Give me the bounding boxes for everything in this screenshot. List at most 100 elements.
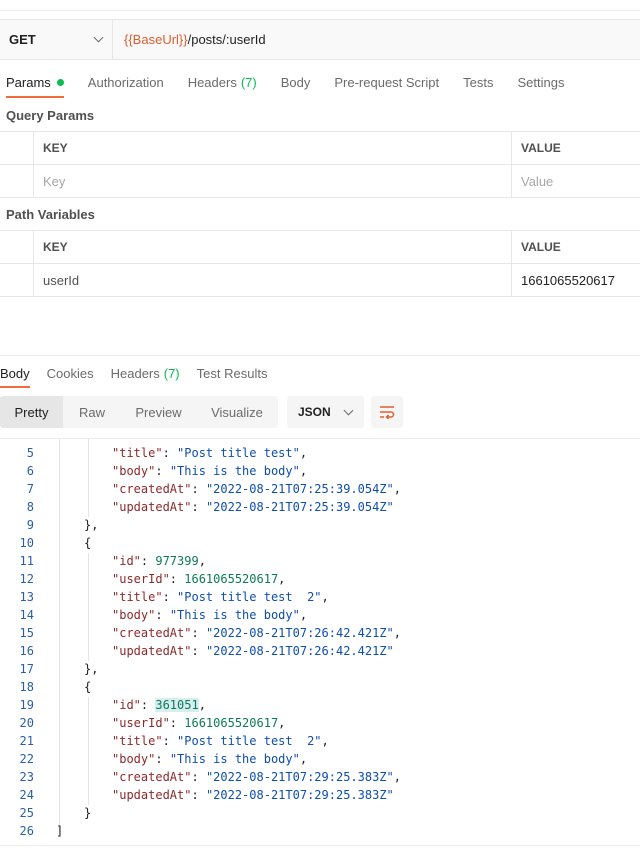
chevron-down-icon: [343, 405, 354, 415]
tab-response-body[interactable]: Body: [0, 356, 30, 391]
response-body-viewer[interactable]: 5 "title": "Post title test", 6 "body": "Th…: [0, 438, 640, 838]
value-input[interactable]: Value: [512, 165, 640, 197]
format-select[interactable]: JSON: [287, 396, 364, 428]
wrap-lines-button[interactable]: [371, 396, 403, 428]
json-colon: :: [162, 590, 178, 604]
json-colon: :: [191, 482, 206, 496]
tab-tests[interactable]: Tests: [463, 60, 493, 104]
path-variable-key-text: userId: [43, 272, 80, 288]
tab-test-results[interactable]: Test Results: [197, 356, 268, 391]
line-number: 17: [19, 662, 34, 676]
json-key: "updatedAt": [112, 788, 192, 802]
json-colon: :: [140, 698, 156, 712]
value-placeholder: Value: [521, 173, 554, 189]
row-handle: [0, 132, 34, 164]
json-string-value: "This is the body": [169, 464, 300, 478]
view-pretty-button[interactable]: Pretty: [0, 396, 63, 428]
json-comma: ,: [278, 716, 286, 730]
query-params-table: KEY VALUE Key Value: [0, 131, 640, 198]
json-key: "title": [112, 446, 163, 460]
code-line: 23 "createdAt": "2022-08-21T07:29:25.383Z…: [0, 768, 640, 786]
json-number-value: 1661065520617: [184, 572, 279, 586]
code-text: "userId": 1661065520617,: [112, 570, 285, 588]
line-number: 12: [19, 572, 34, 586]
code-line: 13 "title": "Post title test 2",: [0, 588, 640, 606]
tab-body[interactable]: Body: [281, 60, 311, 104]
json-string-value: "This is the body": [169, 752, 300, 766]
tab-label: Body: [0, 365, 30, 381]
code-line: 8 "updatedAt": "2022-08-21T07:25:39.054Z": [0, 498, 640, 516]
json-key: "title": [112, 734, 163, 748]
headers-count: (7): [163, 365, 180, 381]
tab-params[interactable]: Params: [6, 60, 64, 104]
code-line: 9},: [0, 516, 640, 534]
code-line: 7 "createdAt": "2022-08-21T07:25:39.054Z"…: [0, 480, 640, 498]
row-handle: [0, 264, 34, 296]
tab-settings[interactable]: Settings: [517, 60, 564, 104]
code-text: "updatedAt": "2022-08-21T07:26:42.421Z": [112, 642, 394, 660]
json-key: "createdAt": [112, 626, 192, 640]
key-input[interactable]: Key: [34, 165, 512, 197]
tab-response-headers[interactable]: Headers (7): [111, 356, 180, 391]
view-raw-button[interactable]: Raw: [63, 396, 121, 428]
view-preview-button[interactable]: Preview: [121, 396, 196, 428]
tab-pre-request-script[interactable]: Pre-request Script: [334, 60, 439, 104]
method-label: GET: [9, 32, 36, 47]
json-key: "body": [112, 608, 156, 622]
tab-headers[interactable]: Headers (7): [188, 60, 257, 104]
wrap-lines-icon: [380, 406, 395, 419]
key-placeholder: Key: [43, 173, 66, 189]
line-number: 21: [19, 734, 34, 748]
view-visualize-button[interactable]: Visualize: [196, 396, 278, 428]
json-key: "createdAt": [112, 770, 192, 784]
tab-label: Settings: [517, 74, 565, 90]
method-select[interactable]: GET: [0, 20, 113, 59]
json-string-value: "Post title test": [177, 446, 300, 460]
code-line: 11 "id": 977399,: [0, 552, 640, 570]
json-comma: ,: [393, 626, 402, 640]
tab-authorization[interactable]: Authorization: [88, 60, 164, 104]
row-handle: [0, 165, 34, 197]
json-key: "title": [112, 590, 163, 604]
code-line: 25}: [0, 804, 640, 822]
code-line: 22 "body": "This is the body",: [0, 750, 640, 768]
code-line: 24 "updatedAt": "2022-08-21T07:29:25.383Z…: [0, 786, 640, 804]
code-text: "body": "This is the body",: [112, 606, 307, 624]
line-number: 9: [26, 518, 34, 532]
tab-cookies[interactable]: Cookies: [47, 356, 94, 391]
json-comma: ,: [299, 464, 308, 478]
json-comma: ,: [299, 446, 308, 460]
line-number: 6: [26, 464, 34, 478]
code-line: 16 "updatedAt": "2022-08-21T07:26:42.421Z…: [0, 642, 640, 660]
code-line: 18 {: [0, 678, 640, 696]
url-input[interactable]: {{BaseUrl}}/posts/:userId: [113, 32, 266, 47]
path-variable-value-text: 1661065520617: [521, 272, 615, 288]
json-string-value: "2022-08-21T07:26:42.421Z": [205, 626, 394, 640]
json-colon: :: [191, 644, 206, 658]
json-comma: ,: [393, 770, 402, 784]
table-header-row: KEY VALUE: [0, 231, 640, 264]
tab-label: Headers: [187, 74, 237, 90]
json-key: "body": [112, 464, 156, 478]
line-number: 20: [19, 716, 34, 730]
active-dot-icon: [56, 78, 64, 86]
query-params-title: Query Params: [6, 108, 95, 123]
code-text: "body": "This is the body",: [112, 750, 307, 768]
code-text: },: [84, 516, 98, 534]
line-number: 18: [19, 680, 34, 694]
line-number: 15: [19, 626, 34, 640]
line-number: 10: [19, 536, 34, 550]
path-variable-value-input[interactable]: 1661065520617: [512, 264, 640, 296]
line-number: 7: [26, 482, 34, 496]
code-line: 20 "userId": 1661065520617,: [0, 714, 640, 732]
code-text: "title": "Post title test 2",: [112, 732, 329, 750]
view-mode-segment: Pretty Raw Preview Visualize: [0, 396, 278, 428]
line-number: 8: [26, 500, 34, 514]
code-text: ]: [56, 822, 63, 838]
chevron-down-icon: [93, 32, 104, 43]
json-colon: :: [155, 608, 170, 622]
path-variable-key: userId: [34, 264, 512, 296]
tab-label: Body: [280, 74, 311, 90]
key-column-header: KEY: [43, 141, 68, 155]
code-line: 6 "body": "This is the body",: [0, 462, 640, 480]
